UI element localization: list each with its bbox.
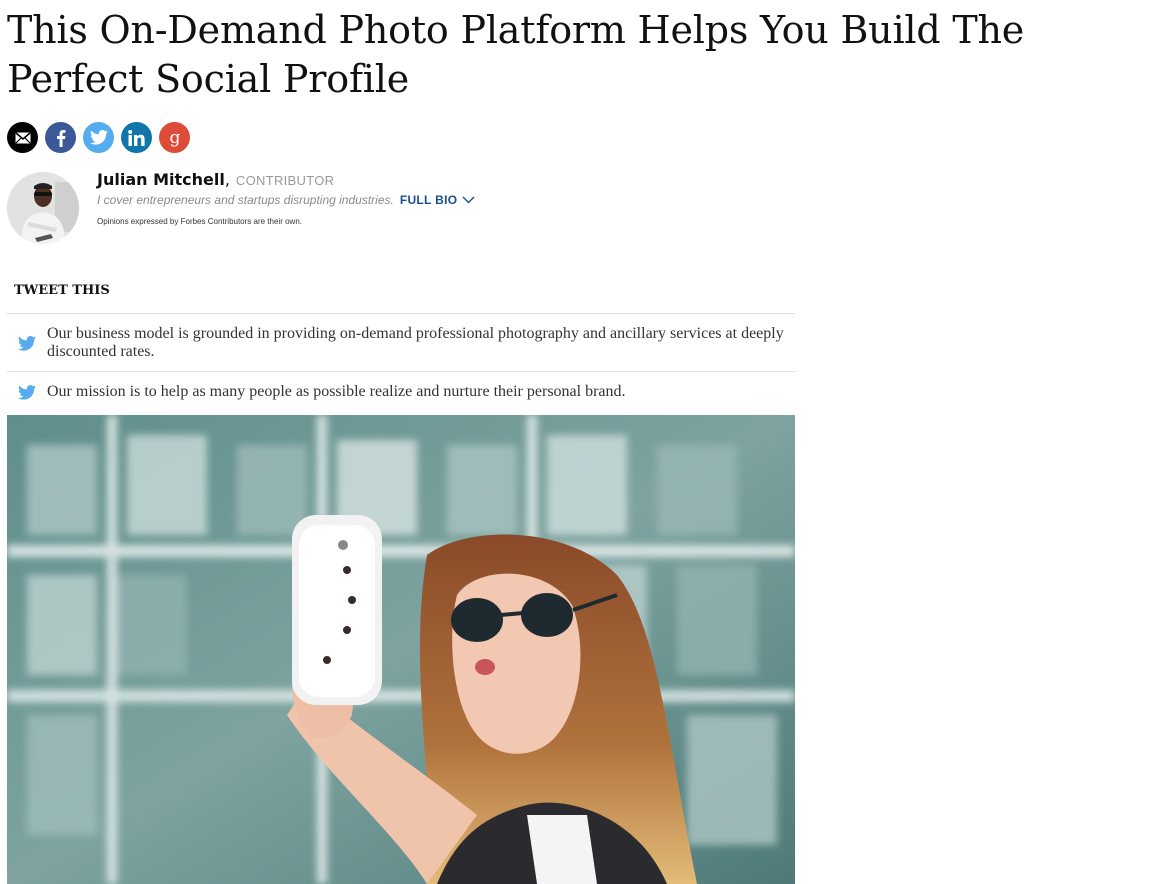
facebook-icon: [56, 129, 65, 147]
share-bar: g: [7, 122, 190, 153]
share-twitter-button[interactable]: [83, 122, 114, 153]
article-headline: This On-Demand Photo Platform Helps You …: [7, 8, 1025, 101]
author-role: CONTRIBUTOR: [235, 173, 335, 188]
twitter-bird-icon: [18, 335, 36, 351]
chevron-down-icon: [462, 196, 475, 204]
tweet-this-item[interactable]: Our mission is to help as many people as…: [7, 372, 795, 411]
author-byline: Julian Mitchell, CONTRIBUTOR I cover ent…: [97, 170, 475, 226]
share-email-button[interactable]: [7, 122, 38, 153]
author-avatar[interactable]: [7, 172, 79, 244]
author-photo: [7, 172, 79, 244]
author-separator: ,: [224, 170, 230, 189]
tweet-this-text: Our mission is to help as many people as…: [47, 383, 626, 400]
tweet-this-heading: TWEET THIS: [14, 283, 110, 298]
selfie-photo: [7, 415, 795, 884]
share-facebook-button[interactable]: [45, 122, 76, 153]
author-name-link[interactable]: Julian Mitchell: [97, 170, 225, 189]
tweet-this-item[interactable]: Our business model is grounded in provid…: [7, 314, 795, 372]
author-bio: I cover entrepreneurs and startups disru…: [97, 193, 394, 207]
google-plus-icon: g: [169, 129, 180, 147]
twitter-icon: [89, 130, 108, 145]
full-bio-label: FULL BIO: [399, 193, 458, 207]
tweet-this-text: Our business model is grounded in provid…: [47, 325, 784, 360]
share-google-plus-button[interactable]: g: [159, 122, 190, 153]
twitter-bird-icon: [18, 384, 36, 400]
tweet-this-list: Our business model is grounded in provid…: [7, 313, 795, 411]
full-bio-toggle[interactable]: FULL BIO: [400, 193, 476, 207]
share-linkedin-button[interactable]: [121, 122, 152, 153]
linkedin-icon: [128, 129, 145, 146]
svg-text:g: g: [169, 129, 180, 147]
contributor-disclaimer: Opinions expressed by Forbes Contributor…: [97, 217, 302, 226]
envelope-icon: [14, 131, 31, 143]
article-hero-image: [7, 415, 795, 884]
